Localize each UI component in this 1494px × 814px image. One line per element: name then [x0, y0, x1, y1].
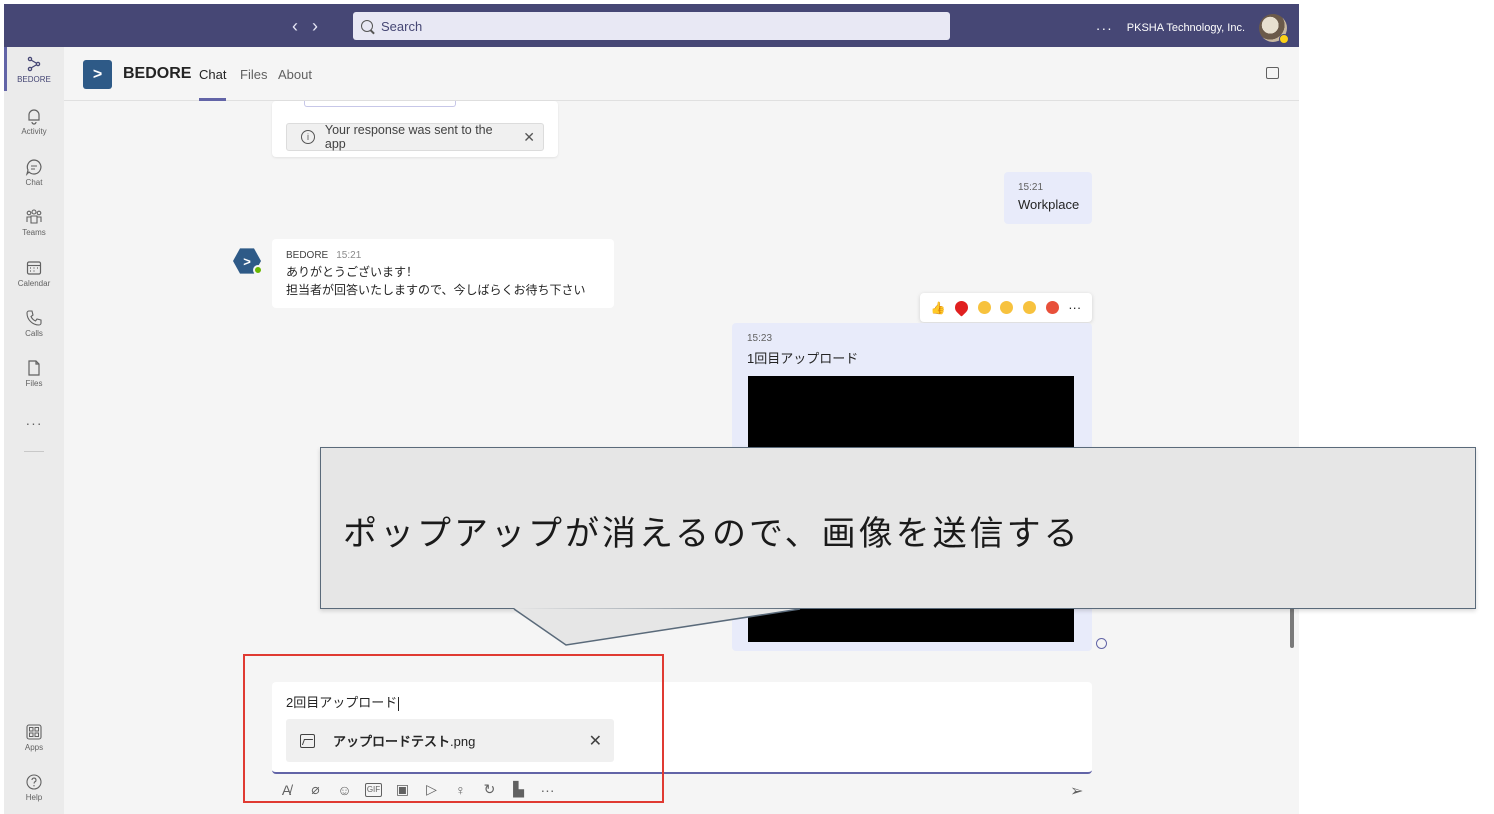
- search-input[interactable]: Search: [353, 12, 950, 40]
- presence-status-icon: [1279, 34, 1289, 44]
- help-icon: [26, 774, 42, 790]
- rail-item-calendar[interactable]: Calendar: [4, 259, 64, 288]
- rail-item-help[interactable]: Help: [4, 773, 64, 802]
- sad-reaction-icon[interactable]: [1023, 301, 1037, 314]
- tab-about[interactable]: About: [278, 67, 312, 82]
- bedore-app-icon: [27, 56, 41, 72]
- forward-arrow-icon[interactable]: ›: [312, 16, 318, 37]
- highlight-frame: [243, 654, 664, 803]
- send-icon[interactable]: ➢: [1070, 781, 1083, 801]
- dismiss-icon[interactable]: ✕: [523, 129, 535, 146]
- message-line: 担当者が回答いたしますので、今しばらくお待ち下さい: [286, 283, 586, 297]
- chat-header: > BEDORE Chat Files About: [64, 47, 1299, 101]
- file-icon: [28, 360, 40, 376]
- rail-label: Teams: [22, 228, 46, 237]
- like-reaction-icon[interactable]: 👍: [931, 301, 946, 315]
- bedore-logo-icon: >: [83, 60, 112, 89]
- callout-box: ポップアップが消えるので、画像を送信する: [320, 447, 1476, 609]
- rail-label: Activity: [21, 127, 47, 136]
- message-time: 15:23: [747, 333, 773, 344]
- more-options-icon[interactable]: ···: [1096, 20, 1113, 36]
- history-nav: ‹ ›: [292, 16, 318, 37]
- tab-files[interactable]: Files: [240, 67, 267, 82]
- rail-item-teams[interactable]: Teams: [4, 208, 64, 237]
- popout-icon[interactable]: [1266, 67, 1279, 79]
- more-reactions-icon[interactable]: ···: [1068, 300, 1081, 315]
- avatar[interactable]: [1259, 14, 1289, 44]
- rail-more-button[interactable]: ···: [4, 415, 64, 431]
- sent-status-icon: [1096, 638, 1107, 649]
- surprised-reaction-icon[interactable]: [1000, 301, 1014, 314]
- response-notice: i Your response was sent to the app ✕: [286, 123, 544, 151]
- response-notice-text: Your response was sent to the app: [324, 123, 493, 151]
- org-name: PKSHA Technology, Inc.: [1126, 22, 1245, 34]
- tab-chat[interactable]: Chat: [199, 67, 226, 82]
- search-placeholder: Search: [381, 18, 423, 34]
- calendar-icon: [26, 261, 42, 275]
- my-message: 15:21 Workplace: [1004, 172, 1092, 224]
- message-time: 15:21: [336, 250, 362, 261]
- rail-item-calls[interactable]: Calls: [4, 309, 64, 338]
- chat-bubble-icon: [25, 159, 42, 176]
- apps-icon: [26, 724, 42, 740]
- top-bar: ‹ › Search ··· PKSHA Technology, Inc.: [4, 4, 1299, 47]
- angry-reaction-icon[interactable]: [1045, 301, 1059, 314]
- available-status-icon: [253, 265, 263, 275]
- rail-item-apps[interactable]: Apps: [4, 723, 64, 752]
- rail-label: Files: [25, 379, 43, 388]
- app-title: BEDORE: [123, 65, 192, 82]
- phone-icon: [26, 310, 42, 326]
- bell-icon: [28, 109, 40, 125]
- rail-item-bedore[interactable]: BEDORE: [4, 55, 64, 84]
- teams-icon: [26, 209, 42, 224]
- callout-text: ポップアップが消えるので、画像を送信する: [343, 514, 1081, 554]
- rail-label: Calls: [25, 329, 43, 338]
- rail-label: Calendar: [17, 279, 51, 288]
- message-meta: BEDORE 15:21: [286, 249, 600, 263]
- sender-name: BEDORE: [286, 250, 329, 261]
- top-right-area: ··· PKSHA Technology, Inc.: [1096, 14, 1289, 44]
- search-icon: [361, 20, 373, 32]
- message-time: 15:21: [1018, 182, 1044, 193]
- active-tab-indicator: [199, 98, 226, 101]
- app-rail: BEDORE Activity Chat Teams Calendar Call…: [4, 47, 64, 814]
- bot-avatar[interactable]: >: [233, 247, 263, 277]
- bot-message: BEDORE 15:21 ありがとうございます！ 担当者が回答いたしますので、今し…: [272, 239, 614, 308]
- rail-label: Chat: [25, 178, 43, 187]
- info-icon: i: [301, 130, 315, 144]
- back-arrow-icon[interactable]: ‹: [292, 16, 298, 37]
- adaptive-card: i Your response was sent to the app ✕: [272, 101, 558, 157]
- message-text: 1回目アップロード: [747, 351, 859, 366]
- rail-label: Help: [25, 793, 43, 802]
- message-text: Workplace: [1018, 197, 1080, 212]
- card-input: [304, 101, 456, 107]
- heart-reaction-icon[interactable]: [952, 298, 972, 317]
- message-line: ありがとうございます！: [286, 265, 419, 279]
- rail-item-chat[interactable]: Chat: [4, 158, 64, 187]
- laugh-reaction-icon[interactable]: [977, 301, 991, 314]
- rail-label: BEDORE: [17, 75, 51, 84]
- rail-item-activity[interactable]: Activity: [4, 107, 64, 136]
- rail-label: Apps: [24, 743, 44, 752]
- rail-item-files[interactable]: Files: [4, 359, 64, 388]
- reaction-bar: 👍 ···: [920, 293, 1092, 322]
- rail-divider: [24, 451, 44, 452]
